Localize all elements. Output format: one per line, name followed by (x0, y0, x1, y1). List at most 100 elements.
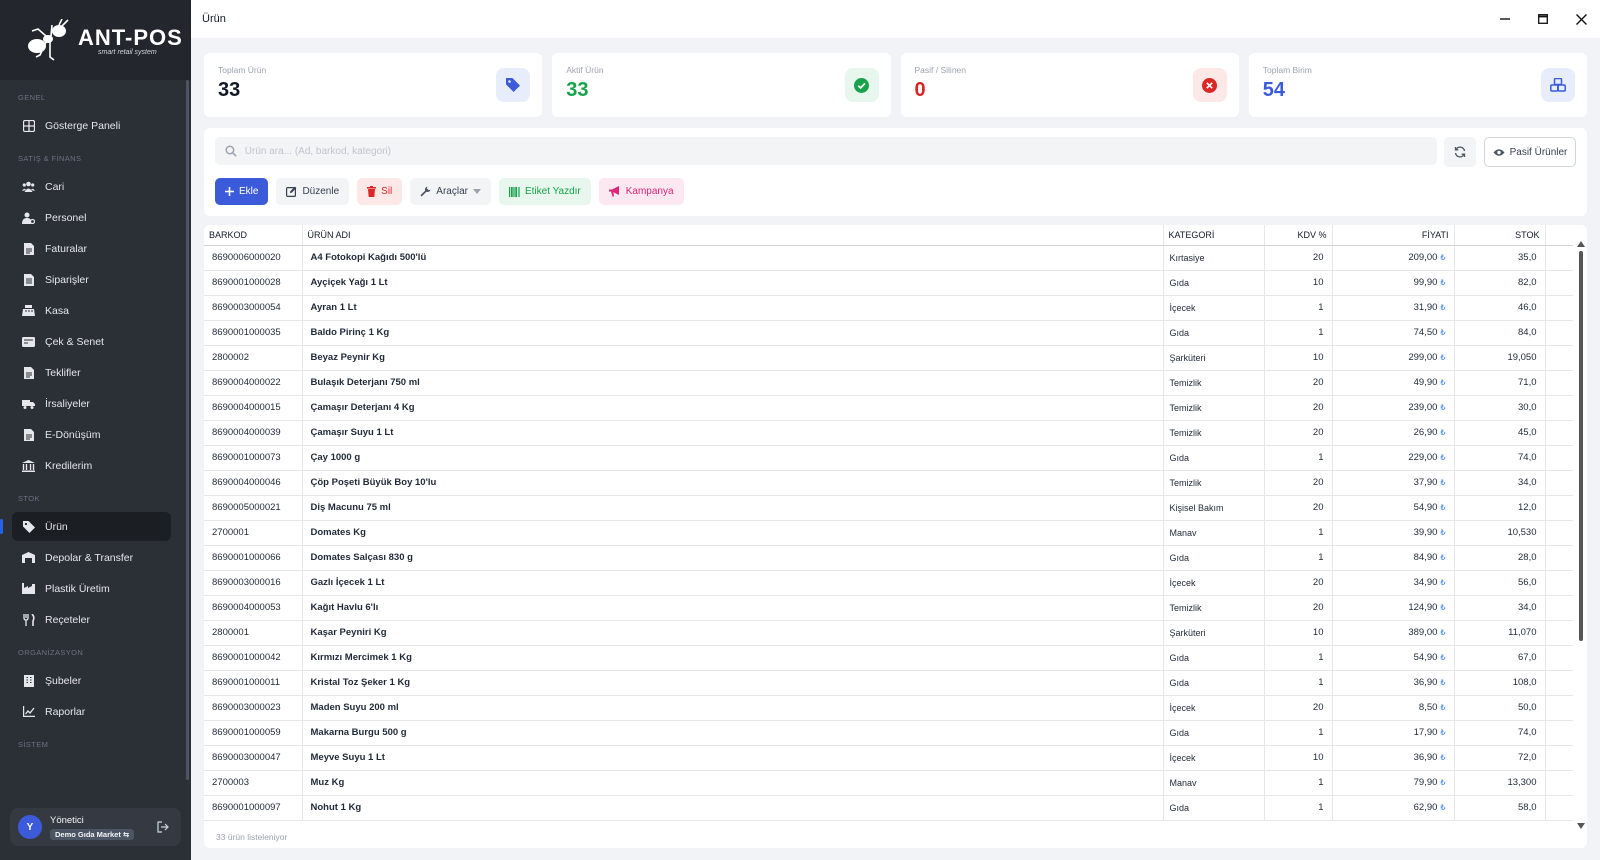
table-row[interactable]: 8690001000028 Ayçiçek Yağı 1 Lt Gıda 10 99,9… (204, 270, 1573, 296)
scrollbar-thumb[interactable] (1579, 251, 1583, 641)
sidebar-item-receteler[interactable]: Reçeteler (12, 605, 171, 634)
scroll-down-icon[interactable] (1577, 823, 1585, 829)
sidebar-item-faturalar[interactable]: Faturalar (12, 234, 171, 263)
category-cell-text: Şarküteri (1169, 352, 1206, 363)
sidebar-item-kredilerim[interactable]: Kredilerim (12, 451, 171, 480)
category-cell: Manav (1163, 520, 1265, 546)
table-row[interactable]: 8690005000021 Diş Macunu 75 ml Kişisel Bak… (204, 495, 1573, 521)
product-name-cell-text: A4 Fotokopi Kağıdı 500'lü (310, 252, 427, 263)
table-row[interactable]: 8690001000035 Baldo Pirinç 1 Kg Gıda 1 74,50… (204, 320, 1573, 346)
sidebar-item-cari[interactable]: Cari (12, 172, 171, 201)
table-row[interactable]: 8690001000042 Kırmızı Mercimek 1 Kg Gıda 1 5… (204, 645, 1573, 671)
add-button[interactable]: Ekle (215, 178, 269, 205)
sidebar-item-teklifler[interactable]: Teklifler (12, 358, 171, 387)
table-row[interactable]: 8690001000011 Kristal Toz Şeker 1 Kg Gıda 1… (204, 670, 1573, 696)
toolbar-panel: Pasif Ürünler Ekle Düzenle Sil Araçlar E… (204, 128, 1587, 216)
logout-icon[interactable] (157, 821, 169, 833)
row-spacer (1545, 620, 1573, 646)
column-header-stock[interactable]: STOK (1454, 225, 1546, 246)
minimize-button[interactable] (1486, 0, 1524, 38)
table-row[interactable]: 8690003000047 Meyve Suyu 1 Lt İçecek 10 36,9… (204, 745, 1573, 771)
eye-icon (1493, 148, 1505, 156)
sidebar-item-depolar[interactable]: Depolar & Transfer (12, 543, 171, 572)
table-row[interactable]: 8690001000073 Çay 1000 g Gıda 1 229,00 ₺ 74,0 (204, 445, 1573, 471)
edit-label: Düzenle (302, 186, 340, 197)
table-row[interactable]: 8690004000039 Çamaşır Suyu 1 Lt Temizlik 20… (204, 420, 1573, 446)
barcode-cell-text: 8690001000042 (212, 652, 281, 663)
table-row[interactable]: 2800001 Kaşar Peyniri Kg Şarküteri 10 389,00… (204, 620, 1573, 646)
close-button[interactable] (1562, 0, 1600, 38)
sidebar-item-urun[interactable]: Ürün (0, 512, 171, 541)
column-header-price[interactable]: FİYATI (1332, 225, 1455, 246)
column-header-vat[interactable]: KDV % (1264, 225, 1333, 246)
campaign-button[interactable]: Kampanya (598, 178, 684, 205)
barcode-cell-text: 8690001000097 (212, 802, 281, 813)
barcode-cell-text: 8690003000023 (212, 702, 281, 713)
currency-symbol: ₺ (1440, 753, 1446, 762)
table-row[interactable]: 8690001000059 Makarna Burgu 500 g Gıda 1 17,… (204, 720, 1573, 746)
currency-symbol: ₺ (1440, 278, 1446, 287)
table-row[interactable]: 8690004000015 Çamaşır Deterjanı 4 Kg Temiz… (204, 395, 1573, 421)
sidebar-item-siparisler[interactable]: Siparişler (12, 265, 171, 294)
table-row[interactable]: 8690003000054 Ayran 1 Lt İçecek 1 31,90 ₺ 46,0 (204, 295, 1573, 321)
user-profile[interactable]: Y Yönetici Demo Gıda Market ⇆ (10, 808, 181, 846)
sidebar-item-cek-senet[interactable]: Çek & Senet (12, 327, 171, 356)
table-row[interactable]: 8690006000020 A4 Fotokopi Kağıdı 500'lü Kı… (204, 245, 1573, 271)
edit-button[interactable]: Düzenle (276, 178, 350, 205)
sidebar-item-irsaliyeler[interactable]: İrsaliyeler (12, 389, 171, 418)
table-row[interactable]: 2700003 Muz Kg Manav 1 79,90 ₺ 13,300 (204, 770, 1573, 796)
sidebar-item-raporlar[interactable]: Raporlar (12, 697, 171, 726)
table-row[interactable]: 8690004000046 Çöp Poşeti Büyük Boy 10'lu T… (204, 470, 1573, 496)
stock-cell: 108,0 (1454, 670, 1546, 696)
sidebar-item-kasa[interactable]: Kasa (12, 296, 171, 325)
column-header-barcode[interactable]: BARKOD (204, 225, 303, 246)
currency-symbol: ₺ (1440, 528, 1446, 537)
vat-cell-text: 1 (1318, 727, 1324, 738)
sidebar-item-personel[interactable]: Personel (12, 203, 171, 232)
table-row[interactable]: 8690001000097 Nohut 1 Kg Gıda 1 62,90 ₺ 58,0 (204, 795, 1573, 821)
sidebar-item-plastik-uretim[interactable]: Plastik Üretim (12, 574, 171, 603)
category-cell: İçecek (1163, 695, 1265, 721)
table-row[interactable]: 2700001 Domates Kg Manav 1 39,90 ₺ 10,530 (204, 520, 1573, 546)
store-switch-badge[interactable]: Demo Gıda Market ⇆ (50, 828, 135, 840)
delete-button[interactable]: Sil (357, 178, 403, 205)
column-header-category[interactable]: KATEGORİ (1163, 225, 1265, 246)
barcode-cell-text: 8690004000022 (212, 377, 281, 388)
search-box[interactable] (215, 137, 1437, 165)
stock-cell-text: 108,0 (1512, 677, 1537, 688)
sidebar-item-dashboard[interactable]: Gösterge Paneli (12, 111, 171, 140)
table-row[interactable]: 8690001000066 Domates Salçası 830 g Gıda 1 8… (204, 545, 1573, 571)
barcode-cell: 8690003000023 (204, 695, 303, 721)
table-row[interactable]: 8690004000053 Kağıt Havlu 6'lı Temizlik 20 1… (204, 595, 1573, 621)
sidebar-scrollbar[interactable] (186, 80, 189, 780)
category-cell: Gıda (1163, 720, 1265, 746)
vat-cell: 20 (1264, 570, 1333, 596)
table-scrollbar[interactable] (1577, 241, 1585, 829)
sidebar-item-e-donusum[interactable]: E-Dönüşüm (12, 420, 171, 449)
sidebar-item-label: Faturalar (45, 242, 88, 255)
table-row[interactable]: 8690003000023 Maden Suyu 200 ml İçecek 20 8,… (204, 695, 1573, 721)
nav-section-genel: GENEL (18, 92, 46, 102)
passive-products-button[interactable]: Pasif Ürünler (1484, 137, 1576, 167)
tools-dropdown[interactable]: Araçlar (410, 178, 491, 205)
sidebar-item-subeler[interactable]: Şubeler (12, 666, 171, 695)
print-label-button[interactable]: Etiket Yazdır (498, 178, 591, 205)
table-row[interactable]: 8690003000016 Gazlı İçecek 1 Lt İçecek 20 34… (204, 570, 1573, 596)
table-row[interactable]: 8690004000022 Bulaşık Deterjanı 750 ml Tem… (204, 370, 1573, 396)
maximize-button[interactable] (1524, 0, 1562, 38)
product-name-cell: Kaşar Peyniri Kg (302, 620, 1164, 646)
column-header-name[interactable]: ÜRÜN ADI (302, 225, 1164, 246)
currency-symbol: ₺ (1440, 578, 1446, 587)
row-spacer (1545, 645, 1573, 671)
stat-label: Toplam Ürün (218, 65, 267, 75)
product-name-cell-text: Makarna Burgu 500 g (310, 727, 407, 738)
refresh-button[interactable] (1444, 137, 1476, 167)
vat-cell-text: 10 (1312, 352, 1324, 363)
barcode-cell: 8690004000053 (204, 595, 303, 621)
price-cell: 54,90 ₺ (1332, 645, 1455, 671)
scroll-up-icon[interactable] (1577, 241, 1585, 247)
table-row[interactable]: 2800002 Beyaz Peynir Kg Şarküteri 10 299,00 ₺… (204, 345, 1573, 371)
product-name-cell-text: Çamaşır Suyu 1 Lt (310, 427, 394, 438)
search-input[interactable] (244, 145, 1437, 157)
product-name-cell-text: Kağıt Havlu 6'lı (310, 602, 379, 613)
